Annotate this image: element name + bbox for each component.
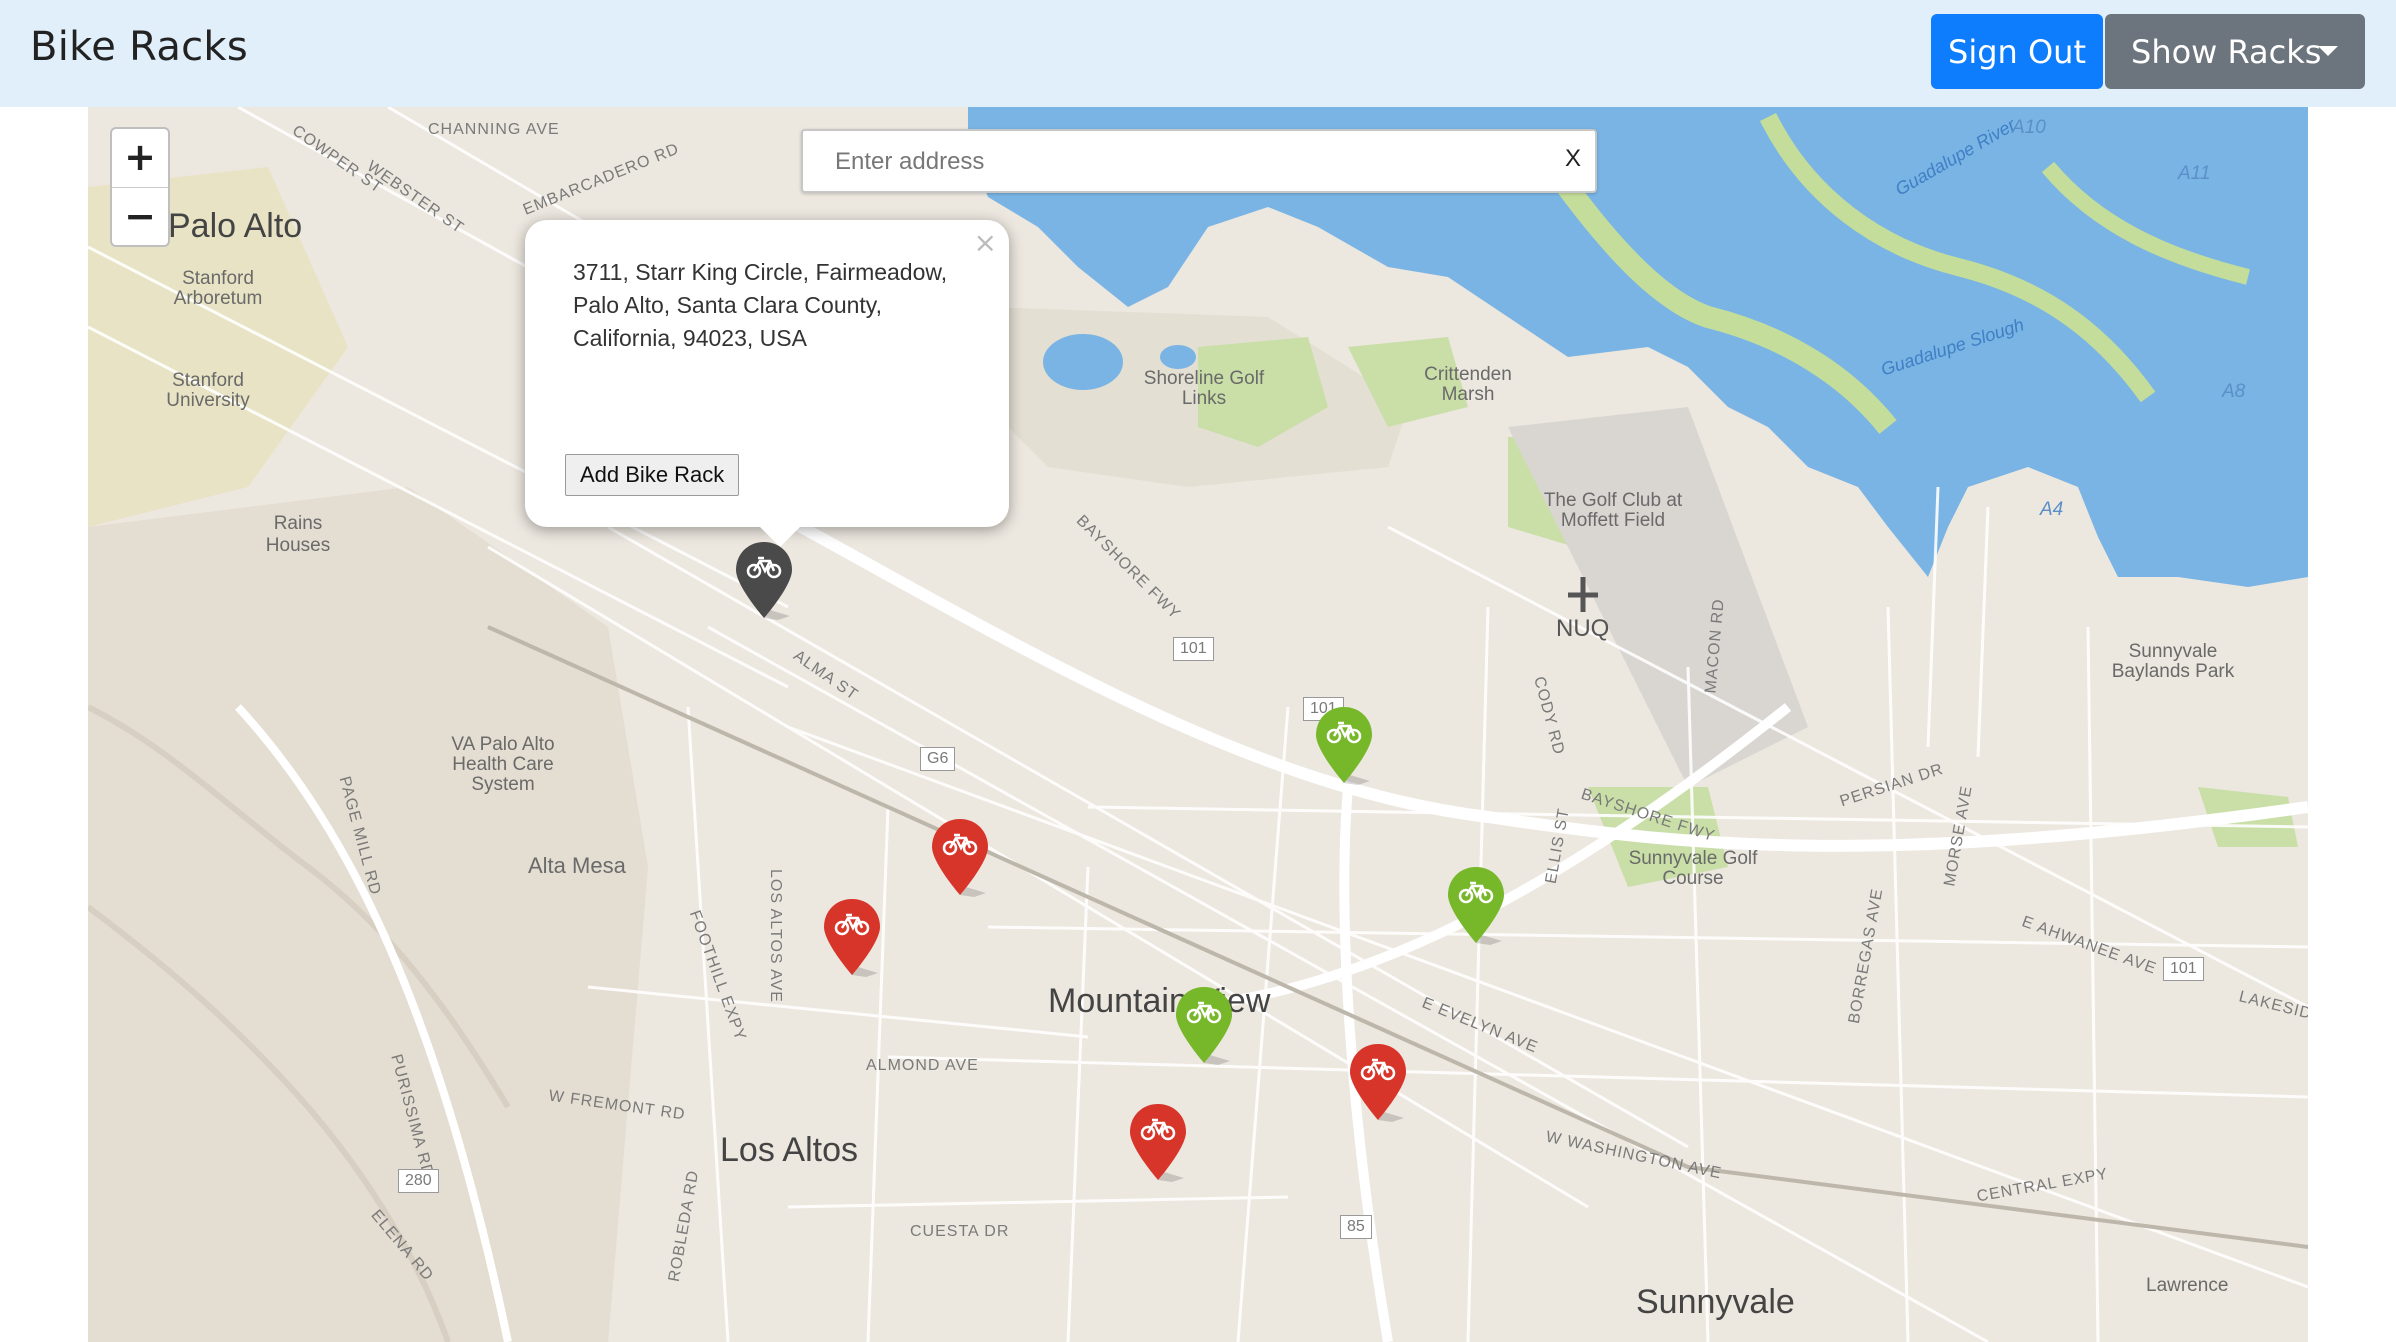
bike-rack-marker-red[interactable]: [822, 897, 882, 977]
map-label-a10: A10: [2012, 117, 2046, 138]
zoom-out-button[interactable]: −: [112, 188, 168, 246]
street-label-los-altos-ave: LOS ALTOS AVE: [766, 869, 784, 1003]
map-label-a4: A4: [2040, 499, 2064, 520]
address-search-input[interactable]: [833, 141, 1517, 183]
map-label-lawrence: Lawrence: [2146, 1275, 2229, 1296]
map-label-los-altos: Los Altos: [720, 1131, 858, 1169]
bike-rack-marker-green[interactable]: [1314, 705, 1374, 785]
zoom-control: + −: [110, 127, 170, 247]
bike-rack-marker-red[interactable]: [1128, 1102, 1188, 1182]
map-label-nuq: NUQ: [1556, 615, 1610, 642]
map-popup: × 3711, Starr King Circle, Fairmeadow, P…: [525, 220, 1009, 527]
bike-rack-marker-green[interactable]: [1446, 865, 1506, 945]
map-label-alta-mesa: Alta Mesa: [528, 853, 626, 878]
street-label-cuesta: CUESTA DR: [910, 1223, 1010, 1240]
highway-shield-280: 280: [398, 1169, 439, 1193]
map-label-rains-houses: Rains Houses: [265, 513, 331, 556]
highway-shield-101-c: 101: [2163, 957, 2204, 981]
popup-address: 3711, Starr King Circle, Fairmeadow, Pal…: [573, 259, 948, 351]
map-label-sunnyvale: Sunnyvale: [1636, 1283, 1795, 1321]
map-label-a8: A8: [2222, 381, 2246, 402]
map-label-va-palo-alto: VA Palo Alto Health Care System: [451, 734, 555, 795]
sign-out-button[interactable]: Sign Out: [1931, 14, 2103, 89]
street-label-channing: CHANNING AVE: [428, 121, 560, 138]
map-label-stanford-university: Stanford University: [166, 370, 250, 411]
map-label-shoreline-golf: Shoreline Golf Links: [1143, 368, 1265, 409]
navbar: Bike Racks Sign Out Show Racks: [0, 0, 2396, 107]
add-bike-rack-button[interactable]: Add Bike Rack: [565, 454, 740, 496]
bike-rack-marker-red[interactable]: [1348, 1042, 1408, 1122]
map-label-sunnyvale-baylands: Sunnyvale Baylands Park: [2111, 641, 2235, 682]
highway-shield-85: 85: [1340, 1215, 1372, 1239]
map-label-crittenden-marsh: Crittenden Marsh: [1424, 364, 1512, 405]
map-label-golf-club-moffett: The Golf Club at Moffett Field: [1543, 490, 1683, 531]
brand-title[interactable]: Bike Racks: [30, 24, 248, 70]
zoom-in-button[interactable]: +: [112, 129, 168, 188]
bike-rack-marker-selected[interactable]: [734, 540, 794, 620]
address-search: X: [801, 129, 1597, 193]
caret-down-icon[interactable]: [2318, 46, 2338, 56]
bike-rack-marker-red[interactable]: [930, 817, 990, 897]
map-label-sunnyvale-golf: Sunnyvale Golf Course: [1628, 848, 1758, 889]
highway-shield-g6: G6: [920, 747, 956, 771]
map-label-stanford-arboretum: Stanford Arboretum: [173, 268, 263, 309]
street-label-almond: ALMOND AVE: [866, 1057, 979, 1074]
clear-search-button[interactable]: X: [1565, 145, 1581, 173]
bike-rack-marker-green[interactable]: [1174, 985, 1234, 1065]
map-label-a11: A11: [2178, 163, 2211, 184]
map[interactable]: Palo Alto Stanford Arboretum Stanford Un…: [88, 107, 2308, 1342]
popup-close-icon[interactable]: ×: [974, 226, 997, 259]
highway-shield-101-a: 101: [1173, 637, 1214, 661]
map-label-mountain-view: Mountain View: [1048, 982, 1271, 1020]
map-label-palo-alto: Palo Alto: [168, 207, 303, 245]
